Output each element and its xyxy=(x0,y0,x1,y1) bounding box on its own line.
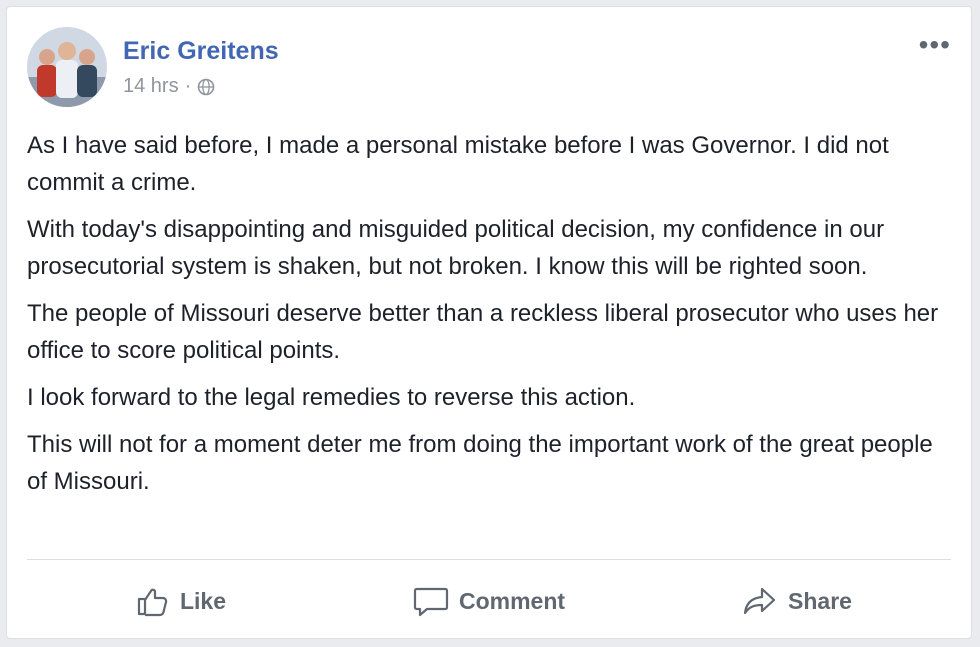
post-paragraph: The people of Missouri deserve better th… xyxy=(27,300,939,364)
comment-button[interactable]: Comment xyxy=(335,573,643,629)
more-options-button[interactable]: ••• xyxy=(919,31,951,59)
like-button[interactable]: Like xyxy=(27,573,335,629)
post-timestamp[interactable]: 14 hrs xyxy=(123,75,179,98)
meta-separator: · xyxy=(184,75,192,97)
author-name[interactable]: Eric Greitens xyxy=(123,37,279,66)
post-paragraph: With today's disappointing and misguided… xyxy=(27,216,885,280)
post-header: Eric Greitens 14 hrs · ••• xyxy=(27,27,951,107)
like-label: Like xyxy=(179,587,227,614)
post-meta: 14 hrs · xyxy=(123,75,215,98)
avatar[interactable] xyxy=(27,27,107,107)
globe-icon[interactable] xyxy=(197,78,215,96)
comment-label: Comment xyxy=(458,587,566,614)
actions-divider xyxy=(27,559,951,560)
post-paragraph: As I have said before, I made a personal… xyxy=(27,132,889,196)
avatar-photo-icon xyxy=(27,27,107,107)
post-body: As I have said before, I made a personal… xyxy=(27,127,947,510)
post-actions-bar: Like Comment Share xyxy=(27,573,951,629)
share-label: Share xyxy=(788,587,852,614)
comment-bubble-icon xyxy=(413,587,449,617)
share-button[interactable]: Share xyxy=(643,573,951,629)
thumbs-up-icon xyxy=(137,588,168,617)
post-paragraph: This will not for a moment deter me from… xyxy=(27,431,933,495)
facebook-post-card: Eric Greitens 14 hrs · ••• As I have sai… xyxy=(6,6,972,639)
post-paragraph: I look forward to the legal remedies to … xyxy=(27,384,636,411)
share-arrow-icon xyxy=(743,587,776,615)
